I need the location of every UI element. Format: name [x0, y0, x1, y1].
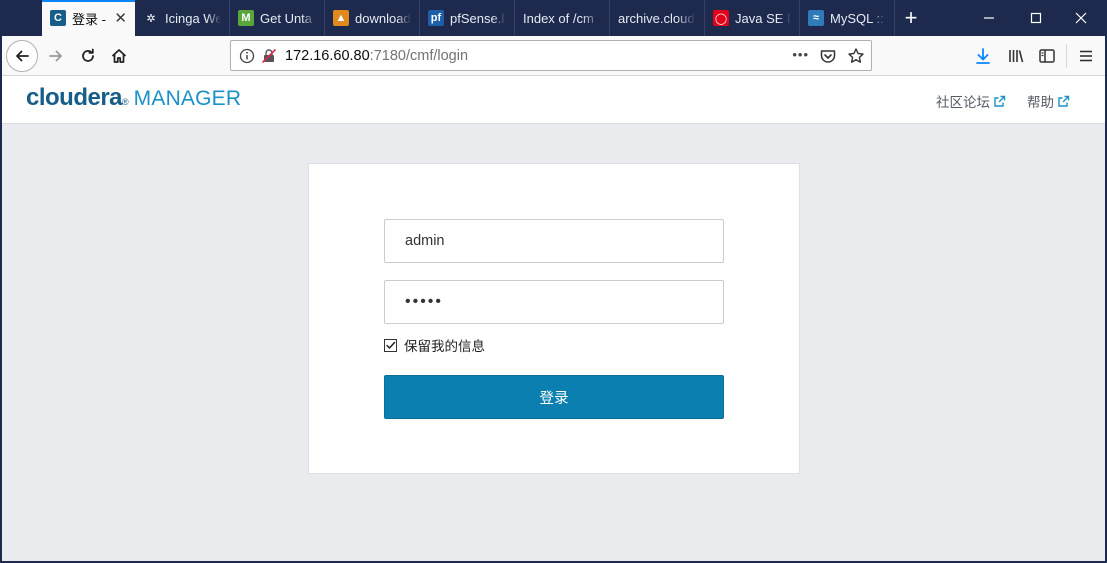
cloudera-manager-logo[interactable]: cloudera ® MANAGER	[26, 84, 241, 114]
hamburger-menu-icon	[1080, 50, 1092, 62]
sidebar-icon	[1039, 49, 1055, 63]
page-body: admin ••••• 保留我的信息 登录	[2, 124, 1105, 561]
browser-tab[interactable]: ▲ download	[325, 0, 420, 36]
browser-tab[interactable]: archive.cloud	[610, 0, 705, 36]
browser-tab[interactable]: ≈ MySQL ::	[800, 0, 895, 36]
home-button[interactable]	[103, 40, 135, 72]
remember-me-checkbox[interactable]	[384, 338, 397, 352]
tab-strip-spacer	[0, 0, 42, 36]
menu-button[interactable]	[1076, 46, 1096, 66]
toolbar-divider	[1066, 44, 1067, 68]
browser-tab-title: Get Unta	[260, 10, 313, 26]
bookmark-star-icon[interactable]	[847, 47, 865, 65]
browser-tab-title: pfSense.l	[450, 10, 505, 26]
browser-tab-title: archive.cloud	[618, 10, 695, 26]
library-icon	[1009, 50, 1024, 63]
untangle-icon: M	[238, 10, 254, 26]
browser-tab-title: MySQL ::	[830, 10, 884, 26]
close-window-button[interactable]	[1058, 0, 1104, 36]
forward-button[interactable]	[40, 40, 72, 72]
browser-tab[interactable]: pf pfSense.l	[420, 0, 515, 36]
url-host: 172.16.60.80	[285, 47, 370, 64]
cloudera-c-icon: C	[50, 10, 66, 26]
login-card: admin ••••• 保留我的信息 登录	[308, 163, 800, 474]
remember-me-option[interactable]: 保留我的信息	[384, 335, 485, 355]
library-button[interactable]	[1006, 46, 1026, 66]
password-input[interactable]: •••••	[384, 280, 724, 324]
help-label: 帮助	[1027, 95, 1054, 110]
new-tab-button[interactable]: +	[895, 0, 927, 36]
help-link[interactable]: 帮助	[1027, 91, 1070, 111]
pfsense-icon: pf	[428, 10, 444, 26]
arrow-right-icon	[49, 50, 62, 62]
download-arrow-icon	[976, 48, 990, 64]
browser-tab[interactable]: C 登录 - ✕	[42, 0, 135, 36]
arrow-left-icon	[16, 50, 29, 62]
icinga-icon: ✲	[143, 10, 159, 26]
info-icon[interactable]	[239, 48, 255, 64]
browser-tab-title: Icinga We	[165, 10, 221, 26]
username-input[interactable]: admin	[384, 219, 724, 263]
browser-tab[interactable]: ◯ Java SE D	[705, 0, 800, 36]
browser-tab-title: Index of /cm	[523, 10, 594, 26]
insecure-lock-icon[interactable]	[261, 48, 277, 64]
logo-product-name: MANAGER	[133, 87, 242, 110]
maximize-icon	[1030, 12, 1042, 24]
home-icon	[111, 49, 127, 63]
reload-button[interactable]	[72, 40, 104, 72]
url-path: :7180/cmf/login	[369, 47, 469, 64]
page-header: cloudera ® MANAGER 社区论坛 帮助	[2, 76, 1105, 124]
close-icon	[1075, 12, 1087, 24]
page-actions-more-icon[interactable]: •••	[792, 47, 809, 62]
download-cone-icon: ▲	[333, 10, 349, 26]
logo-wordmark: cloudera	[26, 84, 123, 111]
community-forum-label: 社区论坛	[936, 95, 990, 110]
reload-icon	[82, 48, 94, 62]
login-button[interactable]: 登录	[384, 375, 724, 419]
tab-strip: C 登录 - ✕ ✲ Icinga We M Get Unta ▲ download pf pfSe…	[0, 0, 1107, 36]
external-link-icon	[1058, 95, 1070, 107]
mysql-icon: ≈	[808, 10, 824, 26]
pocket-icon[interactable]	[819, 47, 837, 65]
browser-tab-title: Java SE D	[735, 10, 791, 26]
close-tab-icon[interactable]: ✕	[114, 9, 127, 27]
browser-tab-title: 登录 -	[72, 11, 106, 27]
maximize-window-button[interactable]	[1013, 0, 1059, 36]
community-forum-link[interactable]: 社区论坛	[936, 91, 1006, 111]
navigation-toolbar: 172.16.60.80:7180/cmf/login •••	[0, 36, 1107, 76]
browser-tab[interactable]: M Get Unta	[230, 0, 325, 36]
browser-tab[interactable]: Index of /cm	[515, 0, 610, 36]
minimize-window-button[interactable]	[966, 0, 1012, 36]
external-link-icon	[994, 95, 1006, 107]
browser-tab-title: download	[355, 10, 411, 26]
checkmark-icon	[386, 341, 396, 349]
browser-tab[interactable]: ✲ Icinga We	[135, 0, 230, 36]
back-button[interactable]	[6, 40, 38, 72]
oracle-icon: ◯	[713, 10, 729, 26]
url-text[interactable]: 172.16.60.80:7180/cmf/login	[285, 48, 468, 64]
tab-list: C 登录 - ✕ ✲ Icinga We M Get Unta ▲ download pf pfSe…	[42, 0, 895, 36]
minimize-icon	[984, 17, 994, 19]
sidebar-toggle-button[interactable]	[1037, 46, 1057, 66]
remember-me-label: 保留我的信息	[404, 339, 485, 354]
address-bar[interactable]: 172.16.60.80:7180/cmf/login •••	[230, 40, 872, 71]
logo-registered-mark: ®	[122, 97, 129, 107]
downloads-button[interactable]	[973, 46, 993, 66]
